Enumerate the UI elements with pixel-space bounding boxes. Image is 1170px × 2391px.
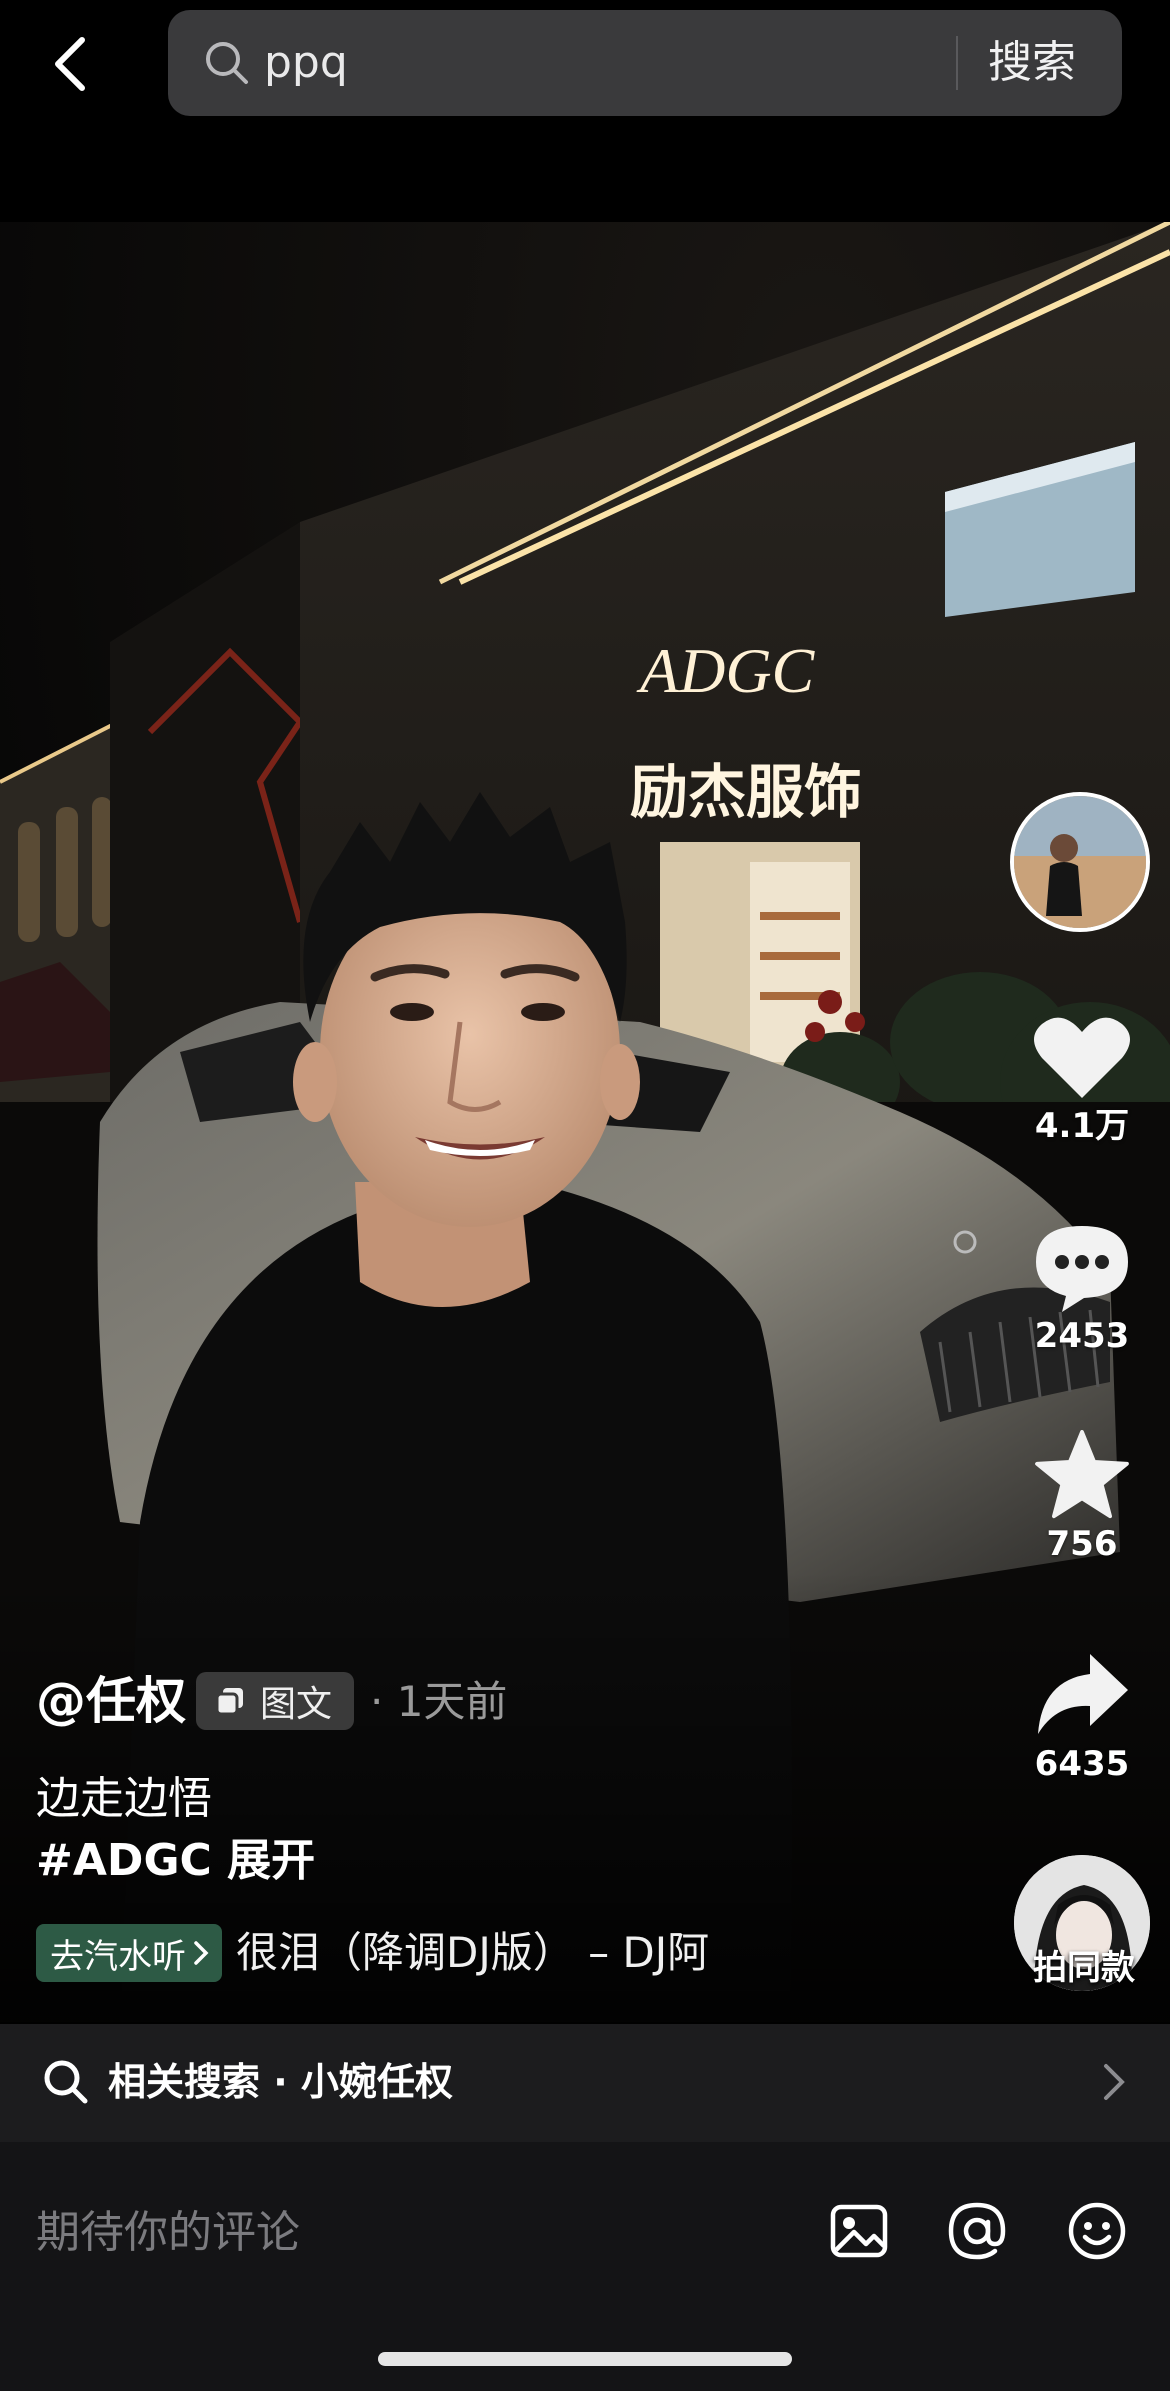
emoji-icon[interactable] [1066, 2200, 1128, 2262]
music-button-label: 去汽水听 [50, 1936, 186, 1977]
search-divider [956, 36, 958, 90]
favorite-button[interactable]: 756 [1012, 1430, 1152, 1564]
author-name[interactable]: @任权 [36, 1668, 186, 1734]
share-count: 6435 [1034, 1744, 1130, 1784]
like-button[interactable]: 4.1万 [1012, 1012, 1152, 1146]
related-search-bar[interactable]: 相关搜索 · 小婉任权 [0, 2024, 1170, 2142]
comment-button[interactable]: 2453 [1012, 1222, 1152, 1356]
gallery-icon [215, 1688, 243, 1716]
shop-sign: 励杰服饰 [630, 760, 862, 825]
search-bar[interactable]: ppq 搜索 [168, 10, 1122, 116]
chevron-right-icon [1104, 2064, 1125, 2100]
post-type-label: 图文 [260, 1684, 333, 1725]
related-search-label: 相关搜索 · 小婉任权 [108, 2060, 453, 2104]
post-time: · 1天前 [370, 1677, 508, 1726]
post-type-badge: 图文 [196, 1672, 355, 1730]
photo-scene: ADGC 励杰服饰 [0, 222, 1170, 2022]
comment-bubble-icon [1036, 1226, 1128, 1312]
comment-count: 2453 [1034, 1316, 1130, 1356]
author-avatar[interactable] [1010, 792, 1150, 932]
comment-input[interactable]: 期待你的评论 [36, 2198, 300, 2268]
star-icon [1035, 1430, 1129, 1519]
brand-sign: ADGC [636, 635, 816, 706]
hashtag-expand[interactable]: #ADGC 展开 [36, 1830, 315, 1892]
post-image[interactable]: ADGC 励杰服饰 [0, 222, 1170, 2022]
search-icon [44, 2060, 88, 2104]
back-arrow-icon [55, 37, 85, 91]
share-arrow-icon [1038, 1654, 1128, 1734]
open-music-app-button[interactable]: 去汽水听 [36, 1924, 222, 1982]
heart-icon [1034, 1017, 1130, 1098]
search-input[interactable]: ppq [264, 28, 348, 98]
image-icon[interactable] [828, 2200, 890, 2262]
search-icon [206, 42, 248, 84]
favorite-count: 756 [1046, 1524, 1118, 1564]
same-style-button[interactable]: 拍同款 [1014, 1940, 1154, 1989]
search-button[interactable]: 搜索 [988, 30, 1076, 96]
at-icon[interactable] [946, 2200, 1008, 2262]
back-button[interactable] [40, 28, 100, 100]
home-indicator[interactable] [378, 2352, 792, 2366]
post-description: 边走边悟 [36, 1773, 212, 1824]
share-button[interactable]: 6435 [1012, 1650, 1152, 1784]
chevron-right-icon [194, 1941, 209, 1965]
music-title[interactable]: 很泪（降调DJ版） – DJ阿 [236, 1922, 720, 1984]
top-bar: ppq 搜索 [0, 0, 1170, 222]
avatar-image [1014, 796, 1146, 928]
like-count: 4.1万 [1034, 1106, 1130, 1146]
